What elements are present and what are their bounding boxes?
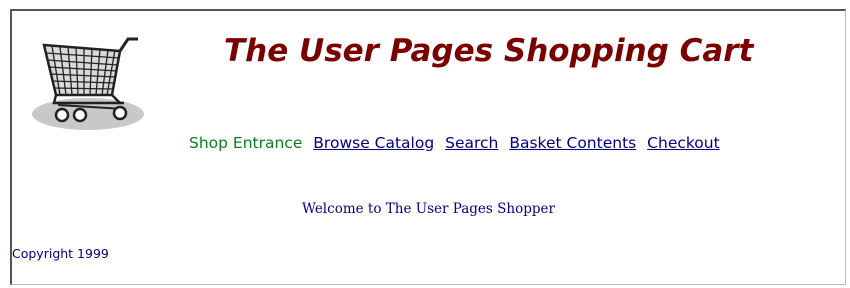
welcome-message: Welcome to The User Pages Shopper	[302, 201, 555, 217]
nav-link-checkout[interactable]: Checkout	[647, 134, 720, 152]
nav-link-basket-contents[interactable]: Basket Contents	[509, 134, 636, 152]
nav-link-browse-catalog[interactable]: Browse Catalog	[313, 134, 434, 152]
nav-shop-entrance: Shop Entrance	[189, 134, 303, 152]
main-nav: Shop Entrance Browse Catalog Search Bask…	[189, 134, 726, 152]
page-frame: The User Pages Shopping Cart Shop Entran…	[10, 9, 846, 285]
copyright-notice: Copyright 1999	[12, 246, 109, 261]
page-title: The User Pages Shopping Cart	[224, 33, 754, 69]
shopping-cart-icon	[28, 29, 148, 131]
nav-link-search[interactable]: Search	[445, 134, 498, 152]
